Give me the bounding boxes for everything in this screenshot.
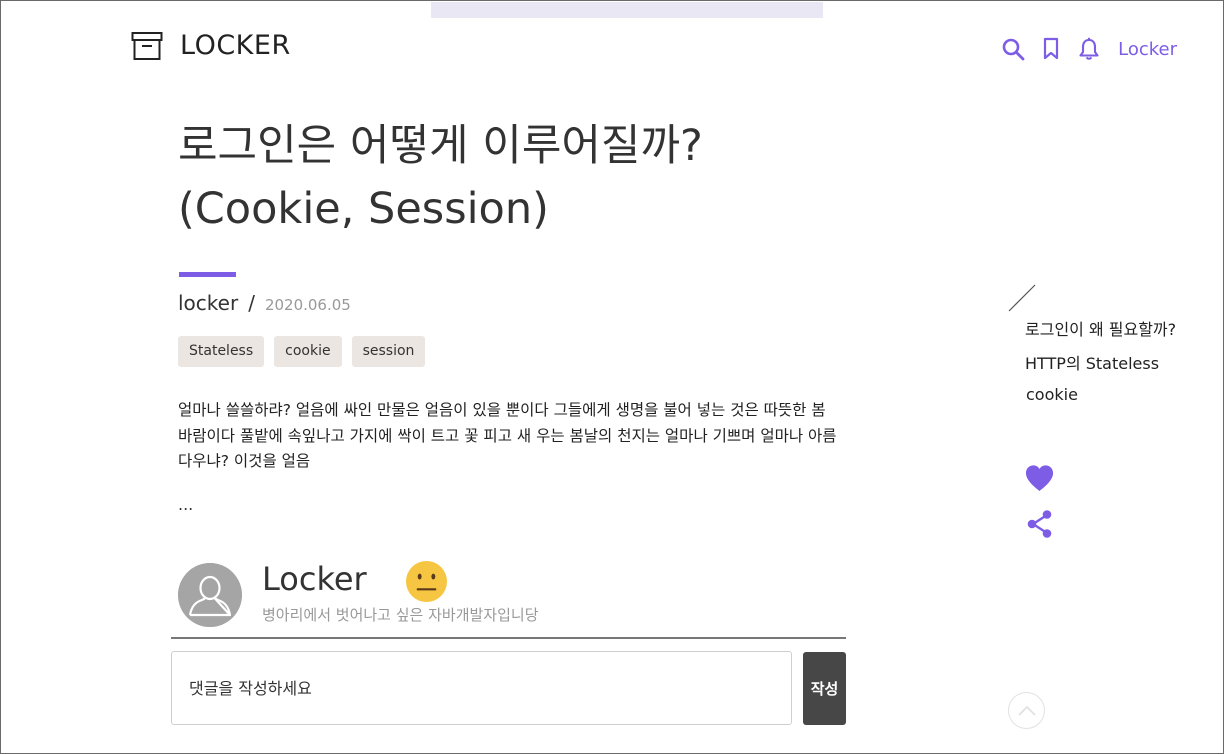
- toc-item-http-stateless[interactable]: HTTP의 Stateless: [1025, 354, 1176, 374]
- post-title: 로그인은 어떻게 이루어질까? (Cookie, Session): [178, 115, 818, 241]
- comment-input[interactable]: [171, 651, 792, 725]
- site-logo[interactable]: LOCKER: [131, 30, 291, 61]
- user-menu-link[interactable]: Locker: [1118, 39, 1177, 60]
- post-date: 2020.06.05: [264, 296, 351, 314]
- excerpt-ellipsis: ...: [178, 495, 194, 514]
- bell-icon[interactable]: [1076, 36, 1102, 62]
- search-icon[interactable]: [1000, 36, 1026, 62]
- top-progress-strip: [431, 2, 823, 18]
- scroll-to-top-button[interactable]: [1008, 692, 1045, 729]
- toc-item-cookie[interactable]: cookie: [1026, 385, 1176, 405]
- toc-slash-icon: [1008, 284, 1036, 312]
- author-card: Locker 병아리에서 벗어나고 싶은 자바개발자입니당: [178, 560, 848, 638]
- default-avatar-icon: [178, 563, 242, 627]
- bookmark-icon[interactable]: [1038, 36, 1064, 62]
- header-nav: Locker: [1000, 36, 1177, 62]
- chevron-up-icon: [1017, 705, 1036, 716]
- meta-separator: /: [248, 291, 255, 315]
- post-title-line-2: (Cookie, Session): [178, 184, 549, 234]
- post-title-line-1: 로그인은 어떻게 이루어질까?: [178, 121, 703, 171]
- logo-text: LOCKER: [180, 30, 291, 61]
- toc-item-why-login[interactable]: 로그인이 왜 필요할까?: [1025, 320, 1176, 340]
- tag-session[interactable]: session: [351, 336, 426, 367]
- post-author[interactable]: locker: [178, 291, 238, 315]
- tag-list: Stateless cookie session: [178, 336, 426, 367]
- share-icon[interactable]: [1026, 509, 1054, 539]
- title-accent-bar: [179, 272, 236, 277]
- comment-submit-button[interactable]: 작성: [803, 652, 846, 725]
- post-excerpt: 얼마나 쓸쓸하랴? 얼음에 싸인 만물은 얼음이 있을 뿐이다 그들에게 생명을…: [178, 401, 837, 470]
- tag-stateless[interactable]: Stateless: [178, 336, 265, 367]
- comment-divider: [171, 637, 846, 639]
- post-meta: locker / 2020.06.05: [178, 291, 351, 315]
- neutral-face-emoji-icon: [405, 560, 448, 603]
- tag-cookie[interactable]: cookie: [274, 336, 342, 367]
- author-name[interactable]: Locker: [262, 560, 367, 598]
- heart-icon[interactable]: [1024, 463, 1055, 494]
- author-bio: 병아리에서 벗어나고 싶은 자바개발자입니당: [262, 606, 539, 624]
- table-of-contents: 로그인이 왜 필요할까? HTTP의 Stateless cookie: [1025, 320, 1176, 405]
- archive-box-icon: [131, 31, 163, 60]
